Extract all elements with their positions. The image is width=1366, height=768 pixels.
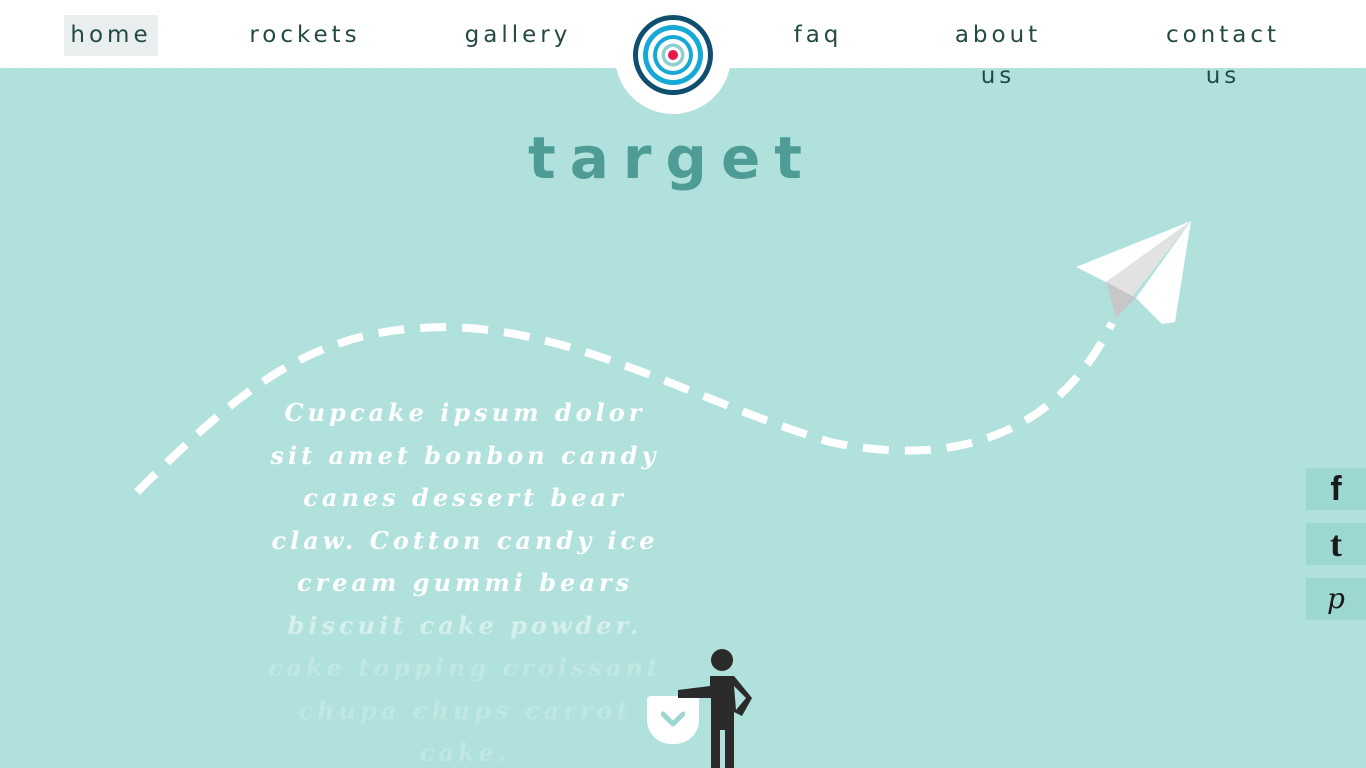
paper-plane-icon (1076, 221, 1191, 324)
nav-item-about-us[interactable]: about us (932, 15, 1064, 89)
facebook-icon: f (1330, 470, 1342, 508)
nav-item-faq[interactable]: faq (788, 15, 848, 56)
hero-blurb: Cupcake ipsum dolor sit amet bonbon cand… (267, 398, 663, 767)
person-figure-icon (678, 649, 752, 768)
nav-item-contact-us[interactable]: contact us (1146, 15, 1300, 89)
target-icon[interactable] (630, 12, 716, 98)
facebook-button[interactable]: f (1306, 468, 1366, 510)
tumblr-icon: t (1330, 524, 1342, 564)
tumblr-button[interactable]: t (1306, 523, 1366, 565)
site-title: target (527, 124, 817, 192)
nav-item-rockets[interactable]: rockets (248, 15, 362, 56)
pinterest-button[interactable]: p (1306, 578, 1366, 620)
nav-item-gallery[interactable]: gallery (463, 15, 573, 56)
page: home rockets gallery faq about us contac… (0, 0, 1366, 768)
nav-item-home[interactable]: home (64, 15, 158, 56)
pinterest-icon: p (1327, 582, 1345, 615)
